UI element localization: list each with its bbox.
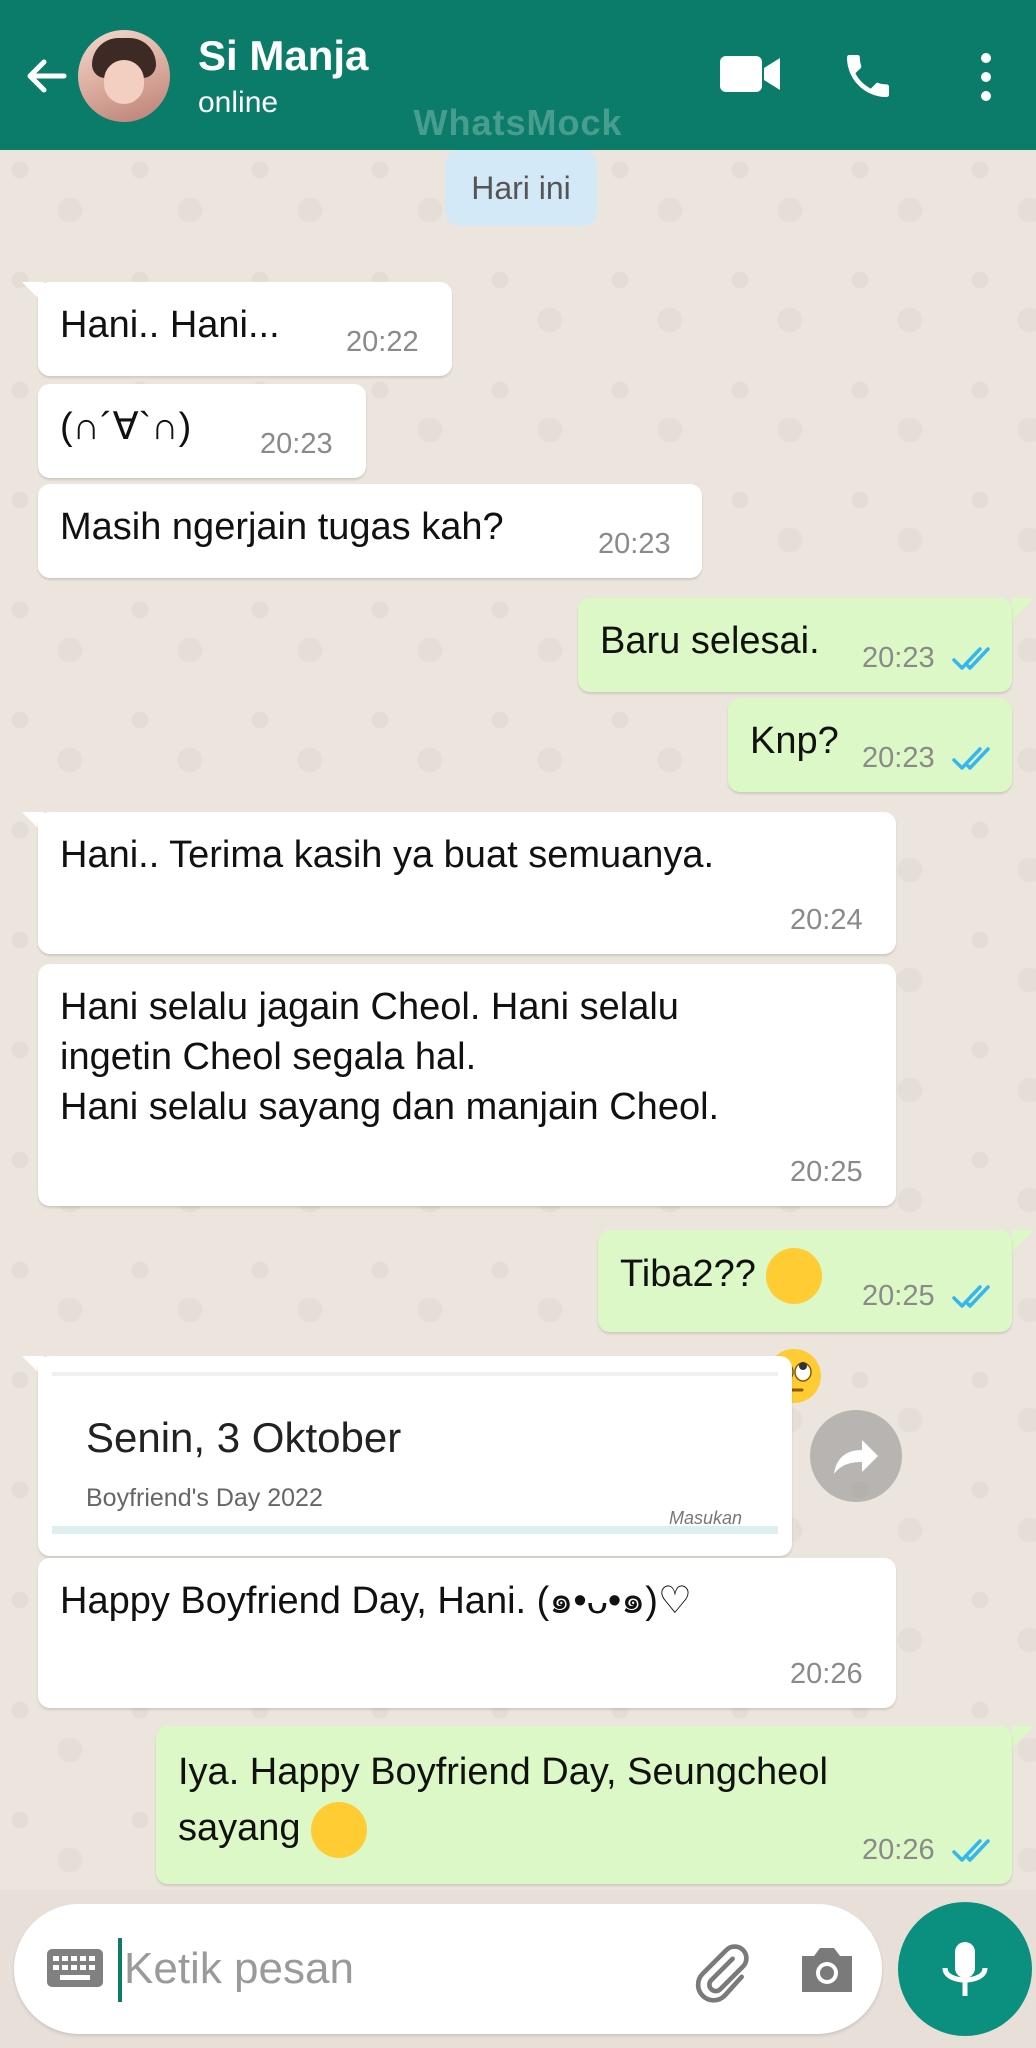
message-outgoing[interactable]: Baru selesai. 20:23 (578, 598, 1012, 692)
chat-header: Si Manja online WhatsMock (0, 0, 1036, 150)
read-receipt-icon (952, 647, 990, 670)
message-incoming[interactable]: Hani.. Terima kasih ya buat semuanya. 20… (38, 812, 896, 954)
message-incoming[interactable]: Hani.. Hani... 20:22 (38, 282, 452, 376)
date-chip: Hari ini (445, 150, 597, 226)
keyboard-icon[interactable] (46, 1948, 104, 1988)
card-corner-label: Masukan (668, 1508, 742, 1528)
message-text: Hani.. Hani... (60, 304, 280, 346)
message-outgoing[interactable]: Knp? 20:23 (728, 698, 1012, 792)
kiss-emoji-icon (311, 1801, 371, 1973)
message-text: Masih ngerjain tugas kah? (60, 506, 504, 548)
forward-button[interactable] (810, 1410, 902, 1502)
contact-name[interactable]: Si Manja (198, 32, 368, 80)
message-input-bar[interactable]: Ketik pesan (14, 1904, 882, 2034)
microphone-icon (942, 1942, 988, 1996)
message-time: 20:23 (598, 528, 671, 560)
rolling-eyes-emoji-icon (766, 1248, 823, 1403)
back-arrow-icon[interactable] (18, 48, 74, 104)
message-outgoing[interactable]: Tiba2?? 20:25 (598, 1230, 1012, 1403)
message-incoming[interactable]: Masih ngerjain tugas kah? 20:23 (38, 484, 702, 578)
message-time: 20:25 (862, 1280, 935, 1312)
camera-icon[interactable] (796, 1942, 858, 1998)
message-input[interactable]: Ketik pesan (124, 1944, 354, 1994)
read-receipt-icon (952, 747, 990, 770)
card-content: Senin, 3 Oktober Boyfriend's Day 2022 Ma… (52, 1372, 778, 1534)
watermark: WhatsMock (413, 102, 623, 143)
message-text: Hani selalu jagain Cheol. Hani selalu in… (60, 986, 720, 1128)
message-time: 20:23 (862, 642, 935, 674)
text-cursor (118, 1938, 122, 2002)
message-time: 20:23 (862, 742, 935, 774)
message-text: Baru selesai. (600, 620, 820, 662)
message-time: 20:23 (260, 428, 333, 460)
card-title: Senin, 3 Oktober (86, 1414, 402, 1461)
message-text: Tiba2?? (620, 1253, 756, 1296)
message-incoming[interactable]: Happy Boyfriend Day, Hani. (๑•ᴗ•๑)♡ 20:2… (38, 1558, 896, 1708)
read-receipt-icon (952, 1285, 990, 1308)
read-receipt-icon (952, 1839, 990, 1862)
message-time: 20:26 (862, 1834, 935, 1866)
attachment-icon[interactable] (690, 1942, 752, 2004)
message-outgoing[interactable]: Iya. Happy Boyfriend Day, Seungcheol say… (156, 1726, 1012, 1973)
message-time: 20:26 (790, 1658, 863, 1690)
more-options-icon[interactable] (972, 50, 1000, 106)
message-incoming[interactable]: Hani selalu jagain Cheol. Hani selalu in… (38, 964, 896, 1206)
message-text: Knp? (750, 720, 839, 762)
message-text: Happy Boyfriend Day, Hani. (๑•ᴗ•๑)♡ (60, 1580, 692, 1622)
video-call-icon[interactable] (718, 52, 782, 96)
message-time: 20:22 (346, 326, 419, 358)
message-time: 20:25 (790, 1156, 863, 1188)
shared-card[interactable]: Senin, 3 Oktober Boyfriend's Day 2022 Ma… (38, 1356, 792, 1556)
message-time: 20:24 (790, 904, 863, 936)
message-text: Iya. Happy Boyfriend Day, Seungcheol say… (178, 1751, 828, 1849)
forward-icon (834, 1440, 878, 1474)
message-text: Hani.. Terima kasih ya buat semuanya. (60, 834, 715, 876)
phone-call-icon[interactable] (840, 48, 896, 104)
message-text: (∩´∀`∩) (60, 406, 192, 448)
message-incoming[interactable]: (∩´∀`∩) 20:23 (38, 384, 366, 478)
card-subtitle: Boyfriend's Day 2022 (86, 1484, 323, 1512)
voice-record-button[interactable] (898, 1902, 1032, 2036)
